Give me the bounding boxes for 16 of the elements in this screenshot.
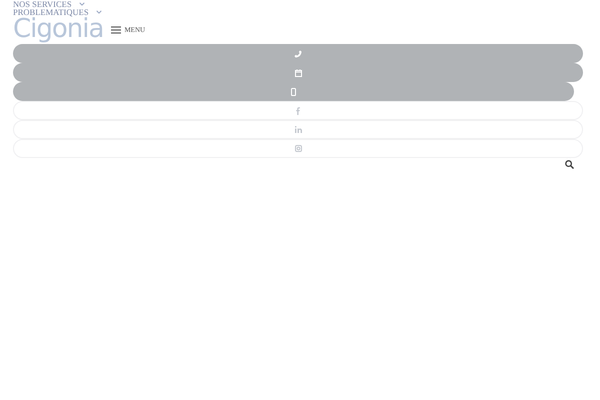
facebook-button[interactable] bbox=[13, 101, 583, 120]
instagram-icon bbox=[294, 145, 302, 152]
nav-link[interactable]: NOS SERVICES bbox=[13, 0, 85, 8]
mobile-phone-icon bbox=[291, 88, 296, 96]
phone-button[interactable] bbox=[13, 44, 583, 63]
calendar-icon bbox=[294, 68, 302, 76]
menu-icon bbox=[111, 26, 122, 34]
linkedin-button[interactable] bbox=[13, 120, 583, 139]
caret-icon bbox=[96, 10, 102, 14]
search-icon[interactable] bbox=[565, 160, 574, 169]
caret-icon bbox=[78, 2, 85, 6]
phone-icon bbox=[294, 50, 302, 58]
facebook-icon bbox=[296, 106, 300, 114]
linkedin-icon bbox=[294, 126, 302, 133]
mobile-button[interactable] bbox=[13, 82, 574, 101]
nav-link[interactable]: PROBLEMATIQUES bbox=[13, 8, 102, 16]
